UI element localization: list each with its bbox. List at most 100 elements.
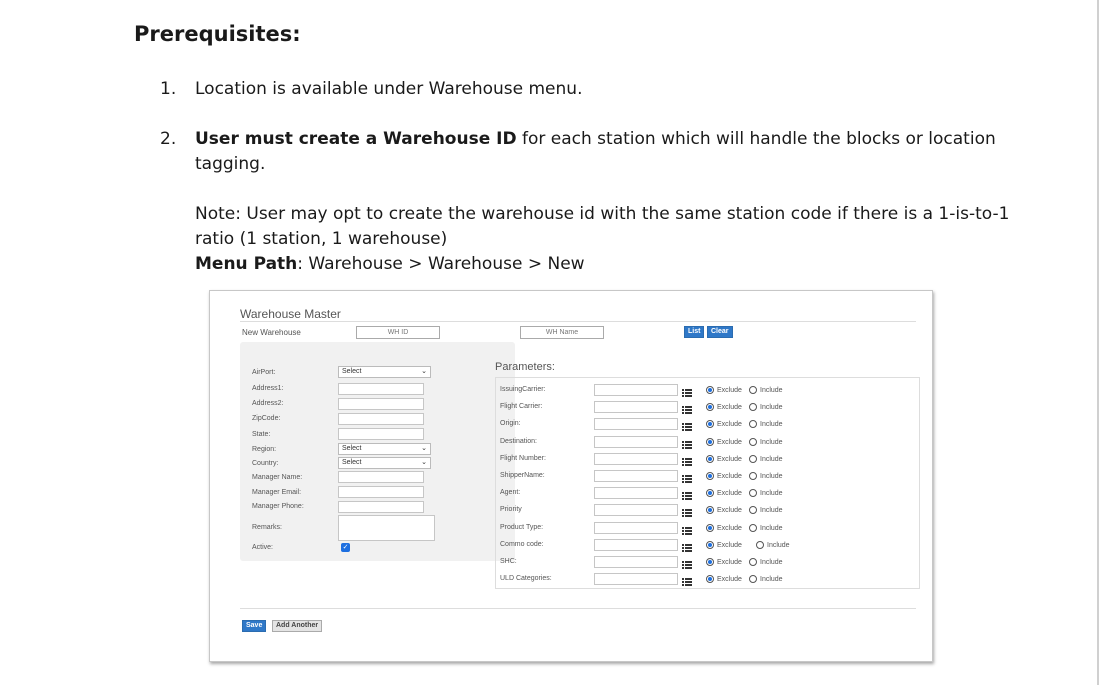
parameter-input[interactable] — [594, 384, 678, 396]
include-label: Include — [760, 490, 783, 497]
include-label: Include — [760, 473, 783, 480]
include-radio[interactable] — [749, 524, 757, 532]
parameter-input[interactable] — [594, 470, 678, 482]
list-icon[interactable] — [682, 402, 692, 414]
parameter-input[interactable] — [594, 556, 678, 568]
list-icon[interactable] — [682, 488, 692, 500]
exclude-radio[interactable] — [706, 506, 714, 514]
add-another-button[interactable]: Add Another — [272, 620, 323, 632]
manager-email-label: Manager Email: — [252, 489, 302, 496]
exclude-label: Exclude — [717, 542, 742, 549]
include-label: Include — [760, 421, 783, 428]
exclude-radio[interactable] — [706, 541, 714, 549]
airport-select[interactable]: Select ⌄ — [338, 366, 431, 378]
parameter-input[interactable] — [594, 453, 678, 465]
include-radio[interactable] — [749, 438, 757, 446]
exclude-radio[interactable] — [706, 403, 714, 411]
country-label: Country: — [252, 460, 279, 467]
new-warehouse-label: New Warehouse — [242, 328, 301, 337]
manager-name-label: Manager Name: — [252, 474, 303, 481]
include-label: Include — [760, 387, 783, 394]
parameter-label: Product Type: — [500, 524, 544, 531]
region-label: Region: — [252, 446, 277, 453]
list-icon[interactable] — [682, 557, 692, 569]
manager-phone-label: Manager Phone: — [252, 503, 304, 510]
zipcode-input[interactable] — [338, 413, 424, 425]
parameter-input[interactable] — [594, 436, 678, 448]
include-radio[interactable] — [749, 455, 757, 463]
include-label: Include — [760, 576, 783, 583]
include-label: Include — [760, 525, 783, 532]
parameter-input[interactable] — [594, 401, 678, 413]
include-label: Include — [767, 542, 790, 549]
menu-path-label: Menu Path — [195, 254, 298, 274]
parameter-input[interactable] — [594, 487, 678, 499]
include-radio[interactable] — [749, 472, 757, 480]
include-radio[interactable] — [749, 506, 757, 514]
include-label: Include — [760, 456, 783, 463]
wh-name-input[interactable]: WH Name — [520, 326, 604, 339]
state-input[interactable] — [338, 428, 424, 440]
exclude-label: Exclude — [717, 507, 742, 514]
include-radio[interactable] — [749, 420, 757, 428]
wh-id-input[interactable]: WH ID — [356, 326, 440, 339]
parameter-label: Flight Number: — [500, 455, 546, 462]
include-label: Include — [760, 404, 783, 411]
parameter-input[interactable] — [594, 522, 678, 534]
address2-input[interactable] — [338, 398, 424, 410]
include-radio[interactable] — [749, 558, 757, 566]
exclude-radio[interactable] — [706, 575, 714, 583]
list-icon[interactable] — [682, 505, 692, 517]
parameter-label: ShipperName: — [500, 472, 545, 479]
list-icon[interactable] — [682, 385, 692, 397]
remarks-textarea[interactable] — [338, 515, 435, 541]
exclude-label: Exclude — [717, 439, 742, 446]
list-icon[interactable] — [682, 523, 692, 535]
include-radio[interactable] — [749, 386, 757, 394]
save-button[interactable]: Save — [242, 620, 267, 632]
manager-email-input[interactable] — [338, 486, 424, 498]
chevron-down-icon: ⌄ — [421, 445, 427, 452]
exclude-label: Exclude — [717, 473, 742, 480]
exclude-radio[interactable] — [706, 524, 714, 532]
page-edge — [1097, 0, 1099, 685]
parameter-label: SHC: — [500, 558, 517, 565]
exclude-label: Exclude — [717, 456, 742, 463]
exclude-radio[interactable] — [706, 438, 714, 446]
manager-phone-input[interactable] — [338, 501, 424, 513]
region-select[interactable]: Select ⌄ — [338, 443, 431, 455]
include-radio[interactable] — [749, 403, 757, 411]
exclude-radio[interactable] — [706, 472, 714, 480]
include-radio[interactable] — [756, 541, 764, 549]
exclude-radio[interactable] — [706, 455, 714, 463]
parameter-input[interactable] — [594, 504, 678, 516]
exclude-radio[interactable] — [706, 489, 714, 497]
parameter-input[interactable] — [594, 418, 678, 430]
parameter-input[interactable] — [594, 573, 678, 585]
exclude-radio[interactable] — [706, 386, 714, 394]
list-button[interactable]: List — [684, 326, 705, 338]
list-icon[interactable] — [682, 437, 692, 449]
clear-button[interactable]: Clear — [707, 326, 733, 338]
parameter-label: Origin: — [500, 420, 521, 427]
menu-path: Menu Path: Warehouse > Warehouse > New — [195, 252, 585, 277]
country-select[interactable]: Select ⌄ — [338, 457, 431, 469]
include-radio[interactable] — [749, 575, 757, 583]
include-radio[interactable] — [749, 489, 757, 497]
manager-name-input[interactable] — [338, 471, 424, 483]
exclude-radio[interactable] — [706, 420, 714, 428]
note-line-1: Note: User may opt to create the warehou… — [195, 204, 1010, 224]
parameter-label: Commo code: — [500, 541, 544, 548]
list-icon[interactable] — [682, 471, 692, 483]
exclude-label: Exclude — [717, 387, 742, 394]
list-icon[interactable] — [682, 419, 692, 431]
parameter-input[interactable] — [594, 539, 678, 551]
list-icon[interactable] — [682, 454, 692, 466]
exclude-radio[interactable] — [706, 558, 714, 566]
list-icon[interactable] — [682, 574, 692, 586]
country-select-value: Select — [342, 459, 362, 466]
active-checkbox[interactable]: ✓ — [341, 543, 350, 552]
include-label: Include — [760, 439, 783, 446]
list-icon[interactable] — [682, 540, 692, 552]
address1-input[interactable] — [338, 383, 424, 395]
